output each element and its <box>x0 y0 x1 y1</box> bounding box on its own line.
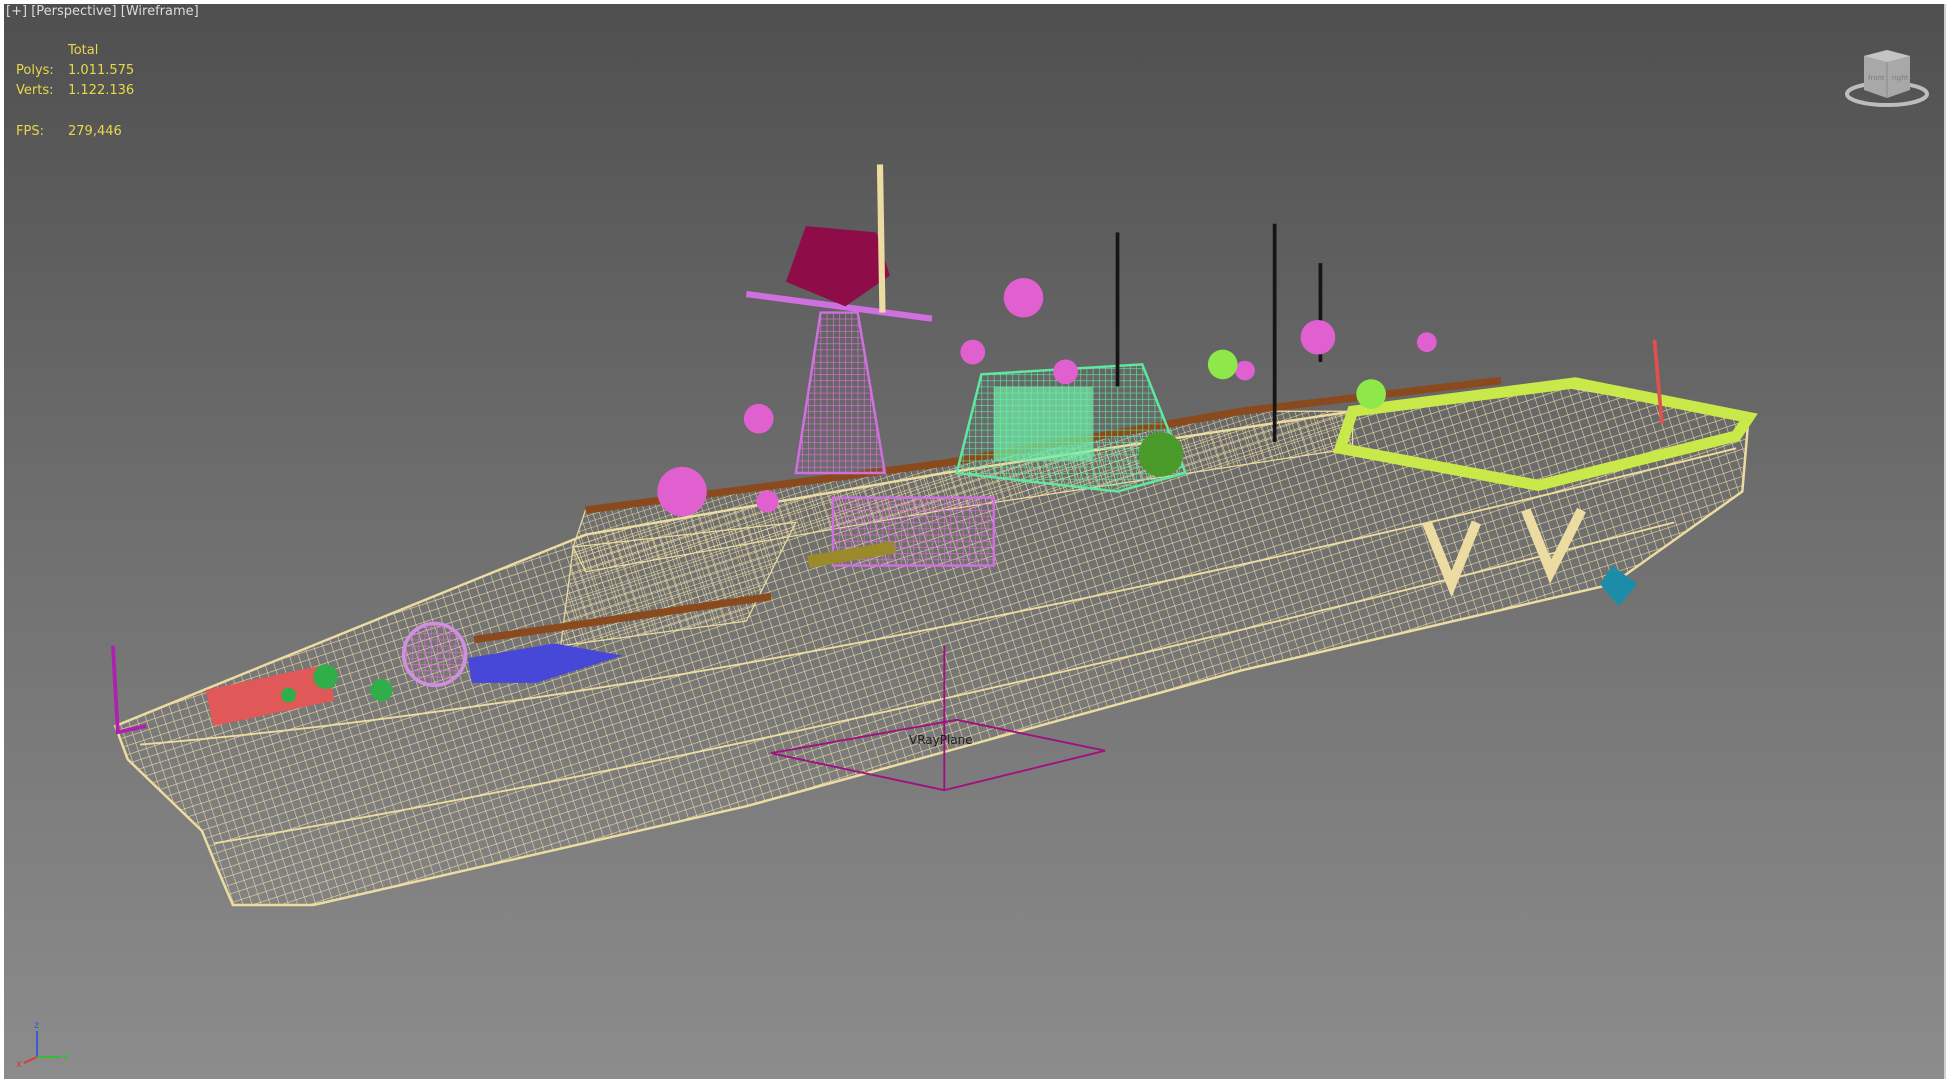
verts-value: 1.122.136 <box>68 83 135 98</box>
shading-mode-menu[interactable]: [Wireframe] <box>121 4 199 19</box>
viewcube-front-face: front <box>1868 74 1885 82</box>
verts-label: Verts: <box>16 83 54 98</box>
vray-plane-label: VRayPlane <box>909 733 973 747</box>
radome <box>657 466 707 517</box>
polys-value: 1.011.575 <box>68 63 135 78</box>
main-mast <box>794 311 887 475</box>
viewport-label-bar: [+] [Perspective] [Wireframe] <box>6 4 199 19</box>
perspective-viewport[interactable]: [+] [Perspective] [Wireframe] Total Poly… <box>4 4 1946 1079</box>
axis-tripod-icon: z y x <box>16 1020 69 1069</box>
axis-x-label: x <box>16 1059 22 1069</box>
view-type-menu[interactable]: [Perspective] <box>31 4 116 19</box>
polys-label: Polys: <box>16 63 54 78</box>
stats-header: Total <box>68 43 99 58</box>
axis-z-label: z <box>34 1020 39 1031</box>
fps-label: FPS: <box>16 124 44 139</box>
fps-value: 279,446 <box>68 124 122 139</box>
radar-array <box>785 226 890 307</box>
viewcube-icon[interactable]: front right <box>1842 42 1932 112</box>
ship-wireframe-scene[interactable] <box>4 4 1944 1079</box>
viewcube-right-face: right <box>1892 74 1909 82</box>
axis-y-label: y <box>63 1051 69 1062</box>
viewport-menu-button[interactable]: [+] <box>6 4 27 19</box>
